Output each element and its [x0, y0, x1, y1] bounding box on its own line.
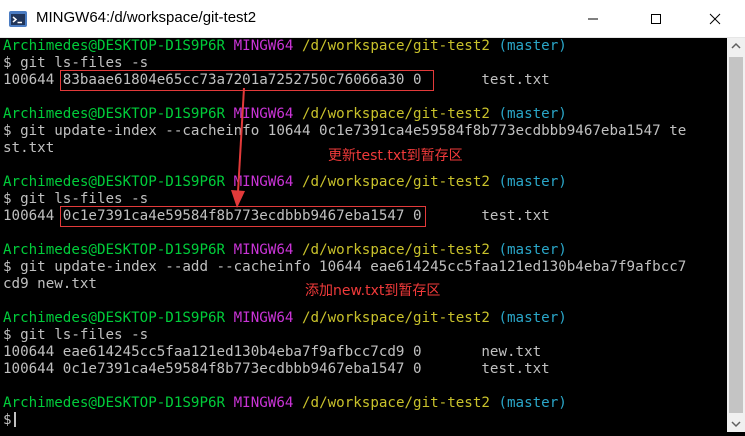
chevron-up-icon — [731, 42, 741, 49]
terminal-output[interactable]: Archimedes@DESKTOP-D1S9P6R MINGW64 /d/wo… — [0, 38, 727, 432]
text-cursor — [13, 412, 16, 427]
index-entry: 100644 0c1e7391ca4e59584f8b773ecdbbb9467… — [3, 361, 550, 377]
index-entry: 100644 eae614245cc5faa121ed130b4eba7f9af… — [3, 344, 542, 360]
chevron-down-icon — [731, 421, 741, 428]
input-line[interactable]: $ — [3, 412, 16, 429]
scrollbar-thumb[interactable] — [729, 57, 743, 413]
command-line: $ git ls-files -s — [3, 55, 149, 71]
close-button[interactable] — [692, 0, 738, 38]
command-line: $ git ls-files -s — [3, 327, 149, 343]
close-icon — [709, 13, 721, 25]
vertical-scrollbar[interactable] — [727, 38, 745, 432]
maximize-button[interactable] — [633, 0, 679, 38]
terminal-window: MINGW64:/d/workspace/git-test2 Archimede… — [0, 0, 745, 432]
mingw-app-icon — [8, 9, 28, 29]
minimize-button[interactable] — [570, 0, 616, 38]
title-bar[interactable]: MINGW64:/d/workspace/git-test2 — [0, 0, 745, 38]
index-entry: 100644 83baae61804e65cc73a7201a7252750c7… — [3, 72, 550, 88]
minimize-icon — [588, 18, 598, 20]
scroll-down-button[interactable] — [727, 415, 745, 432]
window-title: MINGW64:/d/workspace/git-test2 — [36, 9, 257, 26]
arrow-icon — [231, 87, 245, 208]
command-line: $ git update-index --add --cacheinfo 106… — [3, 259, 687, 275]
prompt-line: Archimedes@DESKTOP-D1S9P6R MINGW64 /d/wo… — [3, 395, 567, 411]
prompt-line: Archimedes@DESKTOP-D1S9P6R MINGW64 /d/wo… — [3, 310, 567, 326]
prompt-line: Archimedes@DESKTOP-D1S9P6R MINGW64 /d/wo… — [3, 242, 567, 258]
scroll-up-button[interactable] — [727, 38, 745, 55]
annotation-label: 更新test.txt到暂存区 — [328, 148, 463, 164]
prompt-line: Archimedes@DESKTOP-D1S9P6R MINGW64 /d/wo… — [3, 38, 567, 54]
command-line: $ git ls-files -s — [3, 191, 149, 207]
command-line-wrap: cd9 new.txt — [3, 276, 97, 292]
prompt-line: Archimedes@DESKTOP-D1S9P6R MINGW64 /d/wo… — [3, 174, 567, 190]
index-entry: 100644 0c1e7391ca4e59584f8b773ecdbbb9467… — [3, 208, 550, 224]
command-line-wrap: st.txt — [3, 140, 55, 156]
maximize-icon — [651, 14, 661, 24]
annotation-label: 添加new.txt到暂存区 — [305, 283, 441, 299]
prompt-line: Archimedes@DESKTOP-D1S9P6R MINGW64 /d/wo… — [3, 106, 567, 122]
command-line: $ git update-index --cacheinfo 10644 0c1… — [3, 123, 687, 139]
